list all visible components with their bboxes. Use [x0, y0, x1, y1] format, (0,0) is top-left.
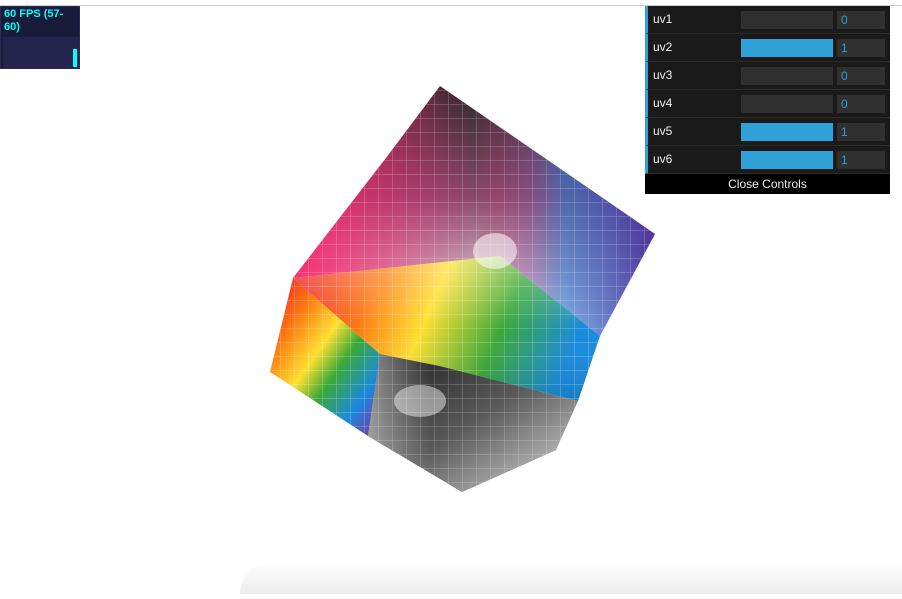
control-row-uv5: uv5: [645, 118, 890, 146]
control-label: uv6: [653, 152, 673, 166]
control-row-uv3: uv3: [645, 62, 890, 90]
uv5-slider-fill: [741, 123, 833, 141]
control-row-uv2: uv2: [645, 34, 890, 62]
uv2-value-input[interactable]: [837, 39, 885, 57]
controls-panel: uv1 uv2 uv3 uv4 uv5 uv6 Close Controls: [645, 6, 890, 194]
fps-stats-panel[interactable]: 60 FPS (57-60): [0, 6, 80, 69]
uv6-slider-fill: [741, 151, 833, 169]
control-row-uv1: uv1: [645, 6, 890, 34]
control-label: uv1: [653, 12, 673, 26]
control-row-uv4: uv4: [645, 90, 890, 118]
control-label: uv5: [653, 124, 673, 138]
uv1-slider[interactable]: [741, 11, 833, 29]
fps-graph: [3, 37, 79, 68]
uv5-slider[interactable]: [741, 123, 833, 141]
control-row-uv6: uv6: [645, 146, 890, 174]
uv6-value-input[interactable]: [837, 151, 885, 169]
uv5-value-input[interactable]: [837, 123, 885, 141]
control-label: uv2: [653, 40, 673, 54]
control-label: uv4: [653, 96, 673, 110]
control-label: uv3: [653, 68, 673, 82]
fps-readout: 60 FPS (57-60): [4, 8, 64, 33]
close-controls-button[interactable]: Close Controls: [645, 174, 890, 194]
bottom-shadow: [240, 562, 902, 594]
uv6-slider[interactable]: [741, 151, 833, 169]
uv2-slider[interactable]: [741, 39, 833, 57]
uv1-value-input[interactable]: [837, 11, 885, 29]
uv3-slider[interactable]: [741, 67, 833, 85]
uv3-value-input[interactable]: [837, 67, 885, 85]
fps-graph-bar: [73, 49, 77, 67]
uv2-slider-fill: [741, 39, 833, 57]
uv4-value-input[interactable]: [837, 95, 885, 113]
uv4-slider[interactable]: [741, 95, 833, 113]
rotating-cube: [270, 86, 655, 492]
